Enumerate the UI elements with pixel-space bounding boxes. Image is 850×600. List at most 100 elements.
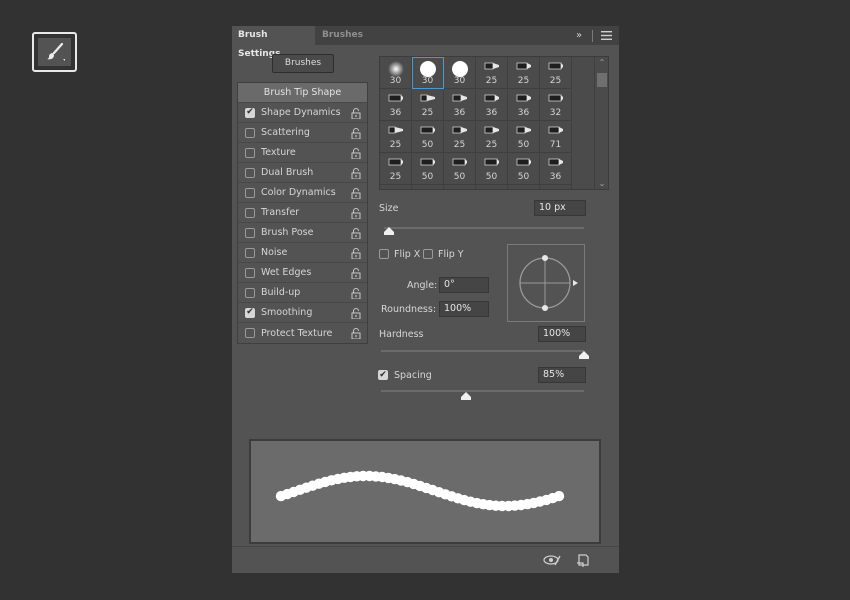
- option-noise[interactable]: Noise: [238, 243, 367, 263]
- brush-preset-partial[interactable]: [444, 185, 476, 189]
- size-slider-knob[interactable]: [384, 227, 394, 235]
- lock-icon[interactable]: [351, 228, 361, 240]
- texture-checkbox[interactable]: [245, 147, 255, 158]
- create-new-brush-icon[interactable]: [575, 553, 593, 567]
- scattering-checkbox[interactable]: [245, 127, 255, 138]
- lock-icon[interactable]: [351, 268, 361, 280]
- brush-preset-1[interactable]: 30: [380, 57, 412, 89]
- brush-preset-18[interactable]: 71: [540, 121, 572, 153]
- brush-preset-9[interactable]: 36: [444, 89, 476, 121]
- brush-preset-17[interactable]: 50: [508, 121, 540, 153]
- lock-icon[interactable]: [351, 208, 361, 220]
- scroll-up-icon[interactable]: ⌃: [595, 58, 608, 67]
- brush-preset-16[interactable]: 25: [476, 121, 508, 153]
- brush-preset-11[interactable]: 36: [508, 89, 540, 121]
- lock-icon[interactable]: [351, 128, 361, 140]
- brush-preset-20[interactable]: 50: [412, 153, 444, 185]
- preset-scrollbar[interactable]: ⌃ ⌄: [594, 57, 608, 189]
- brush-preset-partial[interactable]: [380, 185, 412, 189]
- brush-preset-24[interactable]: 36: [540, 153, 572, 185]
- brush-preset-13[interactable]: 25: [380, 121, 412, 153]
- option-scattering[interactable]: Scattering: [238, 123, 367, 143]
- option-texture[interactable]: Texture: [238, 143, 367, 163]
- lock-icon[interactable]: [351, 248, 361, 260]
- option-label: Shape Dynamics: [261, 107, 341, 118]
- size-slider-track[interactable]: [384, 227, 584, 229]
- lock-icon[interactable]: [351, 328, 361, 340]
- brush-preset-size: 25: [485, 140, 498, 150]
- spacing-slider-knob[interactable]: [461, 392, 472, 400]
- brush-preset-23[interactable]: 50: [508, 153, 540, 185]
- brush-tool-icon[interactable]: [32, 32, 77, 72]
- brush-tip-icon: [444, 124, 475, 136]
- angle-roundness-widget[interactable]: [507, 244, 585, 322]
- spacing-slider-track[interactable]: [381, 390, 584, 392]
- option-color-dynamics[interactable]: Color Dynamics: [238, 183, 367, 203]
- brush-preset-5[interactable]: 25: [508, 57, 540, 89]
- lock-icon[interactable]: [351, 108, 361, 120]
- stroke-preview: [249, 439, 601, 544]
- protect-texture-checkbox[interactable]: [245, 328, 255, 338]
- brush-pose-checkbox[interactable]: [245, 227, 255, 238]
- spacing-field[interactable]: 85%: [538, 367, 586, 383]
- transfer-checkbox[interactable]: [245, 207, 255, 218]
- flip-x-checkbox[interactable]: [379, 249, 389, 259]
- brush-preset-10[interactable]: 36: [476, 89, 508, 121]
- roundness-field[interactable]: 100%: [439, 301, 489, 317]
- hardness-slider-track[interactable]: [381, 350, 584, 352]
- scroll-thumb[interactable]: [597, 73, 607, 87]
- lock-icon[interactable]: [351, 168, 361, 180]
- wet-edges-checkbox[interactable]: [245, 267, 255, 278]
- tab-brush-settings[interactable]: Brush Settings: [232, 26, 315, 59]
- brush-preset-19[interactable]: 25: [380, 153, 412, 185]
- brush-preset-21[interactable]: 50: [444, 153, 476, 185]
- panel-menu-icon[interactable]: [599, 29, 613, 42]
- size-field[interactable]: 10 px: [534, 200, 586, 216]
- lock-icon[interactable]: [351, 308, 361, 320]
- brush-preset-6[interactable]: 25: [540, 57, 572, 89]
- option-build-up[interactable]: Build-up: [238, 283, 367, 303]
- lock-icon[interactable]: [351, 188, 361, 200]
- hardness-slider-knob[interactable]: [579, 351, 589, 359]
- option-brush-tip-shape[interactable]: Brush Tip Shape: [238, 83, 367, 103]
- brush-preset-4[interactable]: 25: [476, 57, 508, 89]
- option-dual-brush[interactable]: Dual Brush: [238, 163, 367, 183]
- brush-preset-partial[interactable]: [508, 185, 540, 189]
- build-up-checkbox[interactable]: [245, 287, 255, 298]
- brush-preset-2[interactable]: 30: [412, 57, 444, 89]
- brush-preset-7[interactable]: 36: [380, 89, 412, 121]
- option-wet-edges[interactable]: Wet Edges: [238, 263, 367, 283]
- brush-preset-partial[interactable]: [540, 185, 572, 189]
- option-brush-pose[interactable]: Brush Pose: [238, 223, 367, 243]
- brush-preset-15[interactable]: 25: [444, 121, 476, 153]
- dual-brush-checkbox[interactable]: [245, 167, 255, 178]
- brush-preset-22[interactable]: 50: [476, 153, 508, 185]
- hardness-field[interactable]: 100%: [538, 326, 586, 342]
- scroll-down-icon[interactable]: ⌄: [595, 179, 608, 188]
- flip-y-checkbox[interactable]: [423, 249, 433, 259]
- brush-preset-size: 25: [421, 108, 434, 118]
- angle-field[interactable]: 0°: [439, 277, 489, 293]
- brush-preset-partial[interactable]: [476, 185, 508, 189]
- color-dynamics-checkbox[interactable]: [245, 187, 255, 198]
- shape-dynamics-checkbox[interactable]: ✔: [245, 107, 255, 118]
- noise-checkbox[interactable]: [245, 247, 255, 258]
- brush-preset-14[interactable]: 50: [412, 121, 444, 153]
- brush-preset-3[interactable]: 30: [444, 57, 476, 89]
- brushes-button[interactable]: Brushes: [272, 54, 334, 73]
- lock-icon[interactable]: [351, 148, 361, 160]
- brush-preset-partial[interactable]: [412, 185, 444, 189]
- option-smoothing[interactable]: ✔ Smoothing: [238, 303, 367, 323]
- collapse-icon[interactable]: »: [572, 29, 586, 42]
- option-protect-texture[interactable]: Protect Texture: [238, 323, 367, 343]
- smoothing-checkbox[interactable]: ✔: [245, 307, 255, 318]
- option-transfer[interactable]: Transfer: [238, 203, 367, 223]
- lock-icon[interactable]: [351, 288, 361, 300]
- option-label: Texture: [261, 147, 296, 158]
- spacing-checkbox[interactable]: ✔: [378, 370, 388, 380]
- brush-preset-12[interactable]: 32: [540, 89, 572, 121]
- toggle-live-tip-preview-icon[interactable]: [543, 553, 561, 567]
- option-shape-dynamics[interactable]: ✔ Shape Dynamics: [238, 103, 367, 123]
- brush-preset-8[interactable]: 25: [412, 89, 444, 121]
- tab-brushes[interactable]: Brushes: [316, 26, 368, 45]
